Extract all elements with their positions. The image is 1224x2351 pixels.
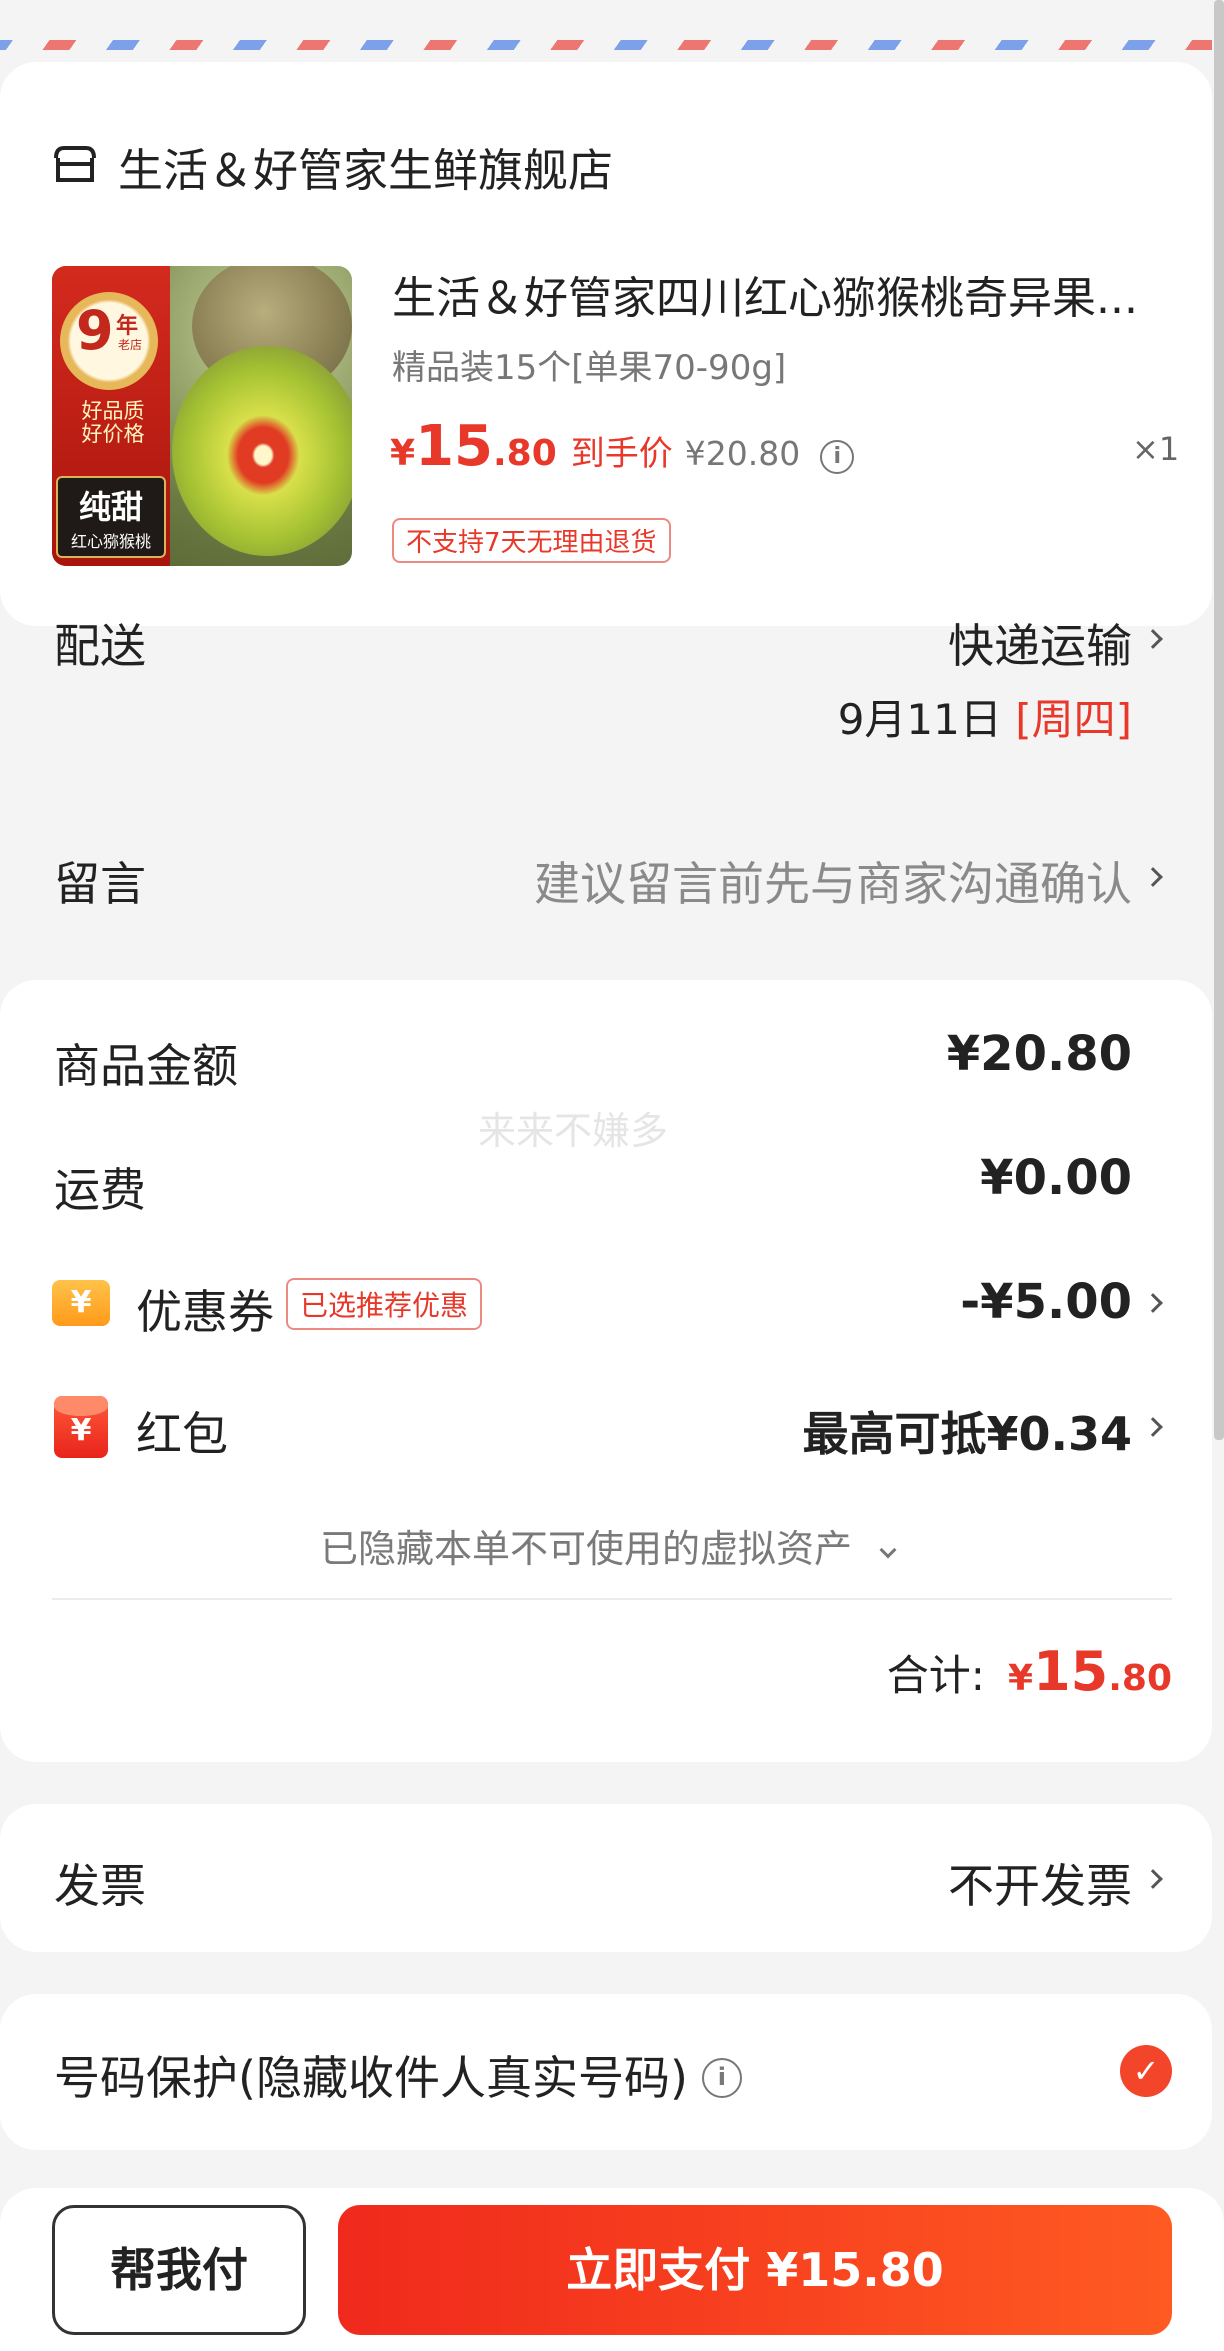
original-price: ¥20.80 [684,434,801,473]
privacy-label: 号码保护(隐藏收件人真实号码) i [54,2042,742,2108]
privacy-label-text: 号码保护(隐藏收件人真实号码) [54,2051,688,2105]
goods-amount: ¥20.80 [946,1026,1132,1082]
chevron-right-icon[interactable] [1143,629,1163,649]
product-image[interactable]: 9 年 老店 好品质 好价格 纯甜 红心猕猴桃 [52,266,352,566]
airmail-border-decoration [0,40,1212,50]
badge-sweet-box: 纯甜 红心猕猴桃 [56,476,166,558]
product-price: ¥15.80 到手价 ¥20.80 i [390,414,855,479]
hidden-assets-text: 已隐藏本单不可使用的虚拟资产 [320,1527,853,1571]
message-input[interactable]: 建议留言前先与商家沟通确认 [534,848,1132,914]
delivery-date-row: 9月11日 [周四] [838,686,1132,747]
invoice-value[interactable]: 不开发票 [948,1850,1132,1916]
price-label: 到手价 [570,434,673,474]
total-label: 合计: [886,1651,985,1700]
store-name[interactable]: 生活＆好管家生鲜旗舰店 [118,134,613,199]
badge-years: 9 [76,299,114,362]
total-currency: ¥ [1008,1658,1034,1699]
price-integer: 15 [415,414,493,479]
total-integer: 15 [1033,1640,1109,1703]
badge-kiwi-name: 红心猕猴桃 [70,532,151,551]
watermark-text: 来来不嫌多 [478,1109,669,1153]
coupon-recommended-tag: 已选推荐优惠 [286,1278,483,1330]
info-icon[interactable]: i [820,439,855,474]
store-icon [54,146,96,182]
coupon-amount[interactable]: -¥5.00 [960,1274,1132,1330]
product-quantity: ×1 [1132,430,1180,468]
price-currency: ¥ [390,433,416,474]
invoice-label: 发票 [54,1859,146,1913]
scrollbar[interactable] [1214,0,1224,1440]
order-total: 合计: ¥15.80 [887,1640,1172,1703]
hongbao-label[interactable]: 红包 [136,1398,228,1464]
price-decimal: .80 [493,433,557,474]
pay-now-button[interactable]: 立即支付 ¥15.80 [338,2205,1172,2335]
divider [52,1598,1172,1600]
store-badge-banner: 9 年 老店 好品质 好价格 纯甜 红心猕猴桃 [52,266,170,566]
delivery-date: 9月11日 [837,695,1002,744]
badge-quality-line2: 好价格 [81,422,145,447]
info-icon[interactable]: i [701,2057,742,2098]
total-decimal: .80 [1108,1658,1172,1699]
product-spec[interactable]: 精品装15个[单果70-90g] [392,340,786,389]
shipping-label: 运费 [54,1163,146,1217]
red-packet-icon: ¥ [54,1396,108,1458]
delivery-method[interactable]: 快递运输 [948,610,1132,676]
hongbao-amount[interactable]: 最高可抵¥0.34 [802,1398,1132,1464]
delivery-weekday: [周四] [1015,695,1132,744]
badge-sweet: 纯甜 [78,488,143,526]
chevron-right-icon[interactable] [1143,867,1163,887]
coupon-yen-icon: ¥ [52,1280,110,1326]
store-age-badge: 9 年 老店 [60,292,158,390]
goods-amount-label: 商品金额 [54,1039,238,1093]
badge-quality-text: 好品质 好价格 [68,399,158,447]
return-policy-tag: 不支持7天无理由退货 [392,518,671,563]
kiwi-half-image [172,346,352,556]
delivery-label: 配送 [54,619,146,673]
chevron-down-icon [879,1541,897,1559]
shipping-amount: ¥0.00 [980,1150,1132,1206]
product-title[interactable]: 生活＆好管家四川红心猕猴桃奇异果... [392,262,1182,326]
message-label: 留言 [54,857,146,911]
help-pay-button[interactable]: 帮我付 [52,2205,306,2335]
hidden-assets-toggle[interactable]: 已隐藏本单不可使用的虚拟资产 [320,1518,897,1573]
badge-store-age: 老店 [118,338,143,352]
coupon-label[interactable]: 优惠券 [136,1276,274,1342]
check-circle-icon[interactable]: ✓ [1120,2045,1172,2097]
badge-quality-line1: 好品质 [81,399,145,423]
